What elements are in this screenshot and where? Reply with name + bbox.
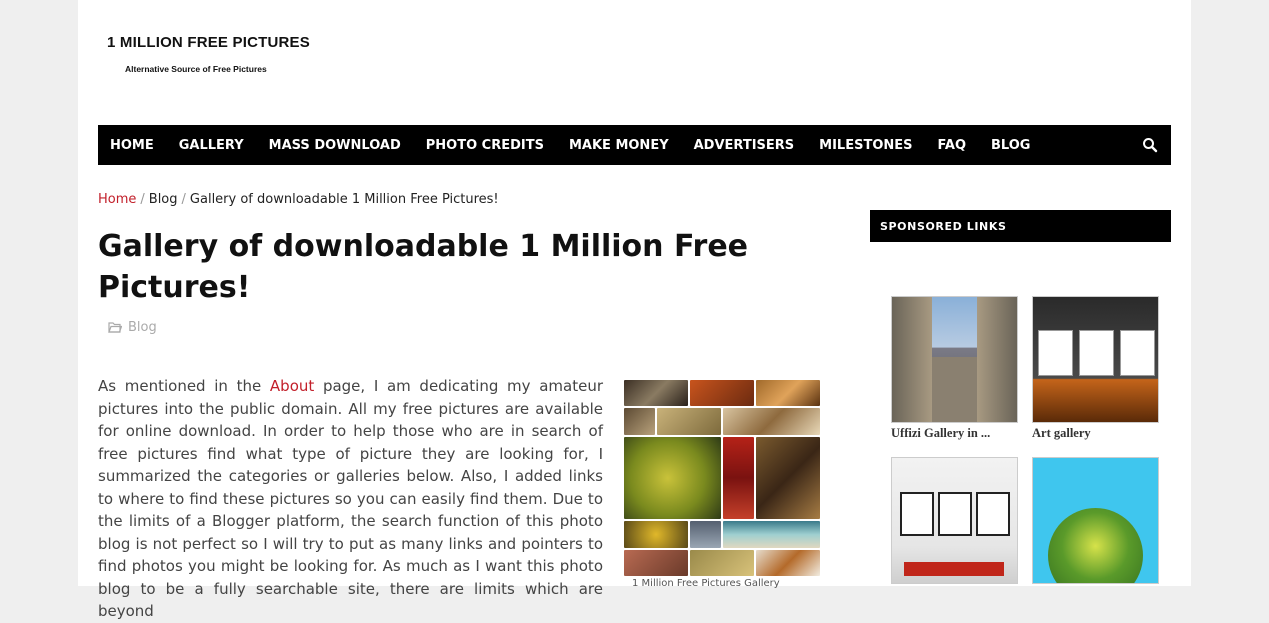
nav-item-mass-download[interactable]: MASS DOWNLOAD: [269, 138, 401, 153]
nav-item-faq[interactable]: FAQ: [938, 138, 967, 153]
site-logo[interactable]: 1 MILLION FREE PICTURES Alternative Sour…: [107, 34, 310, 74]
breadcrumb-separator: /: [181, 192, 186, 207]
frame: [1079, 330, 1114, 376]
collage-tile: [624, 380, 688, 407]
gallery-collage-image[interactable]: [624, 380, 820, 576]
nav-item-home[interactable]: HOME: [110, 138, 154, 153]
frame: [938, 492, 972, 536]
frame: [976, 492, 1010, 536]
collage-tile: [723, 436, 754, 520]
collage-tile: [657, 408, 721, 435]
collage-tile: [756, 436, 820, 520]
ad-label[interactable]: Uffizi Gallery in ...: [891, 426, 1018, 441]
collage-tile: [723, 408, 820, 435]
collage-tile: [624, 436, 721, 520]
collage-tile: [624, 521, 688, 548]
nav-item-milestones[interactable]: MILESTONES: [819, 138, 912, 153]
ad-uffizi-gallery[interactable]: Uffizi Gallery in ...: [891, 296, 1018, 441]
collage-caption: 1 Million Free Pictures Gallery: [632, 578, 780, 589]
collage-tile: [690, 521, 721, 548]
breadcrumb-separator: /: [140, 192, 145, 207]
ad-gallery-room[interactable]: [891, 457, 1018, 587]
breadcrumb-blog[interactable]: Blog: [149, 192, 178, 207]
frame: [1038, 330, 1073, 376]
collage-tile: [624, 408, 655, 435]
collage-tile: [690, 549, 754, 576]
post-body: As mentioned in the About page, I am ded…: [98, 375, 603, 623]
nav-item-make-money[interactable]: MAKE MONEY: [569, 138, 669, 153]
frame: [900, 492, 934, 536]
breadcrumb: Home / Blog / Gallery of downloadable 1 Mill…: [98, 192, 499, 207]
ad-label[interactable]: Art gallery: [1032, 426, 1159, 441]
sponsored-links-heading: SPONSORED LINKS: [870, 210, 1171, 242]
post-category-link[interactable]: Blog: [128, 320, 157, 335]
building-right: [977, 297, 1017, 422]
ad-art-gallery[interactable]: Art gallery: [1032, 296, 1159, 441]
folder-icon: [108, 322, 122, 333]
nav-item-photo-credits[interactable]: PHOTO CREDITS: [426, 138, 544, 153]
ad-cactus[interactable]: [1032, 457, 1159, 587]
about-link[interactable]: About: [270, 377, 314, 395]
nav-item-advertisers[interactable]: ADVERTISERS: [694, 138, 795, 153]
ad-image[interactable]: [891, 296, 1018, 423]
post-body-text: page, I am dedicating my amateur picture…: [98, 377, 603, 620]
cactus: [1048, 508, 1143, 583]
bench: [904, 562, 1004, 576]
building-center: [932, 357, 977, 422]
post-category: Blog: [108, 320, 157, 335]
collage-tile: [723, 521, 820, 548]
breadcrumb-home[interactable]: Home: [98, 192, 136, 207]
building-left: [892, 297, 932, 422]
collage-tile: [756, 549, 820, 576]
nav-item-blog[interactable]: BLOG: [991, 138, 1030, 153]
breadcrumb-current: Gallery of downloadable 1 Million Free P…: [189, 192, 499, 207]
ad-image[interactable]: [1032, 296, 1159, 423]
site-title[interactable]: 1 MILLION FREE PICTURES: [107, 34, 310, 51]
collage-tile: [690, 380, 754, 407]
post-title: Gallery of downloadable 1 Million Free P…: [98, 229, 749, 305]
post-body-text: As mentioned in the: [98, 377, 270, 395]
collage-tile: [756, 380, 820, 407]
site-tagline: Alternative Source of Free Pictures: [125, 64, 267, 74]
ad-image[interactable]: [891, 457, 1018, 584]
nav-item-gallery[interactable]: GALLERY: [179, 138, 244, 153]
frame: [1120, 330, 1155, 376]
collage-tile: [624, 549, 688, 576]
search-icon[interactable]: [1142, 137, 1158, 153]
main-nav: HOME GALLERY MASS DOWNLOAD PHOTO CREDITS…: [98, 125, 1171, 165]
ad-image[interactable]: [1032, 457, 1159, 584]
